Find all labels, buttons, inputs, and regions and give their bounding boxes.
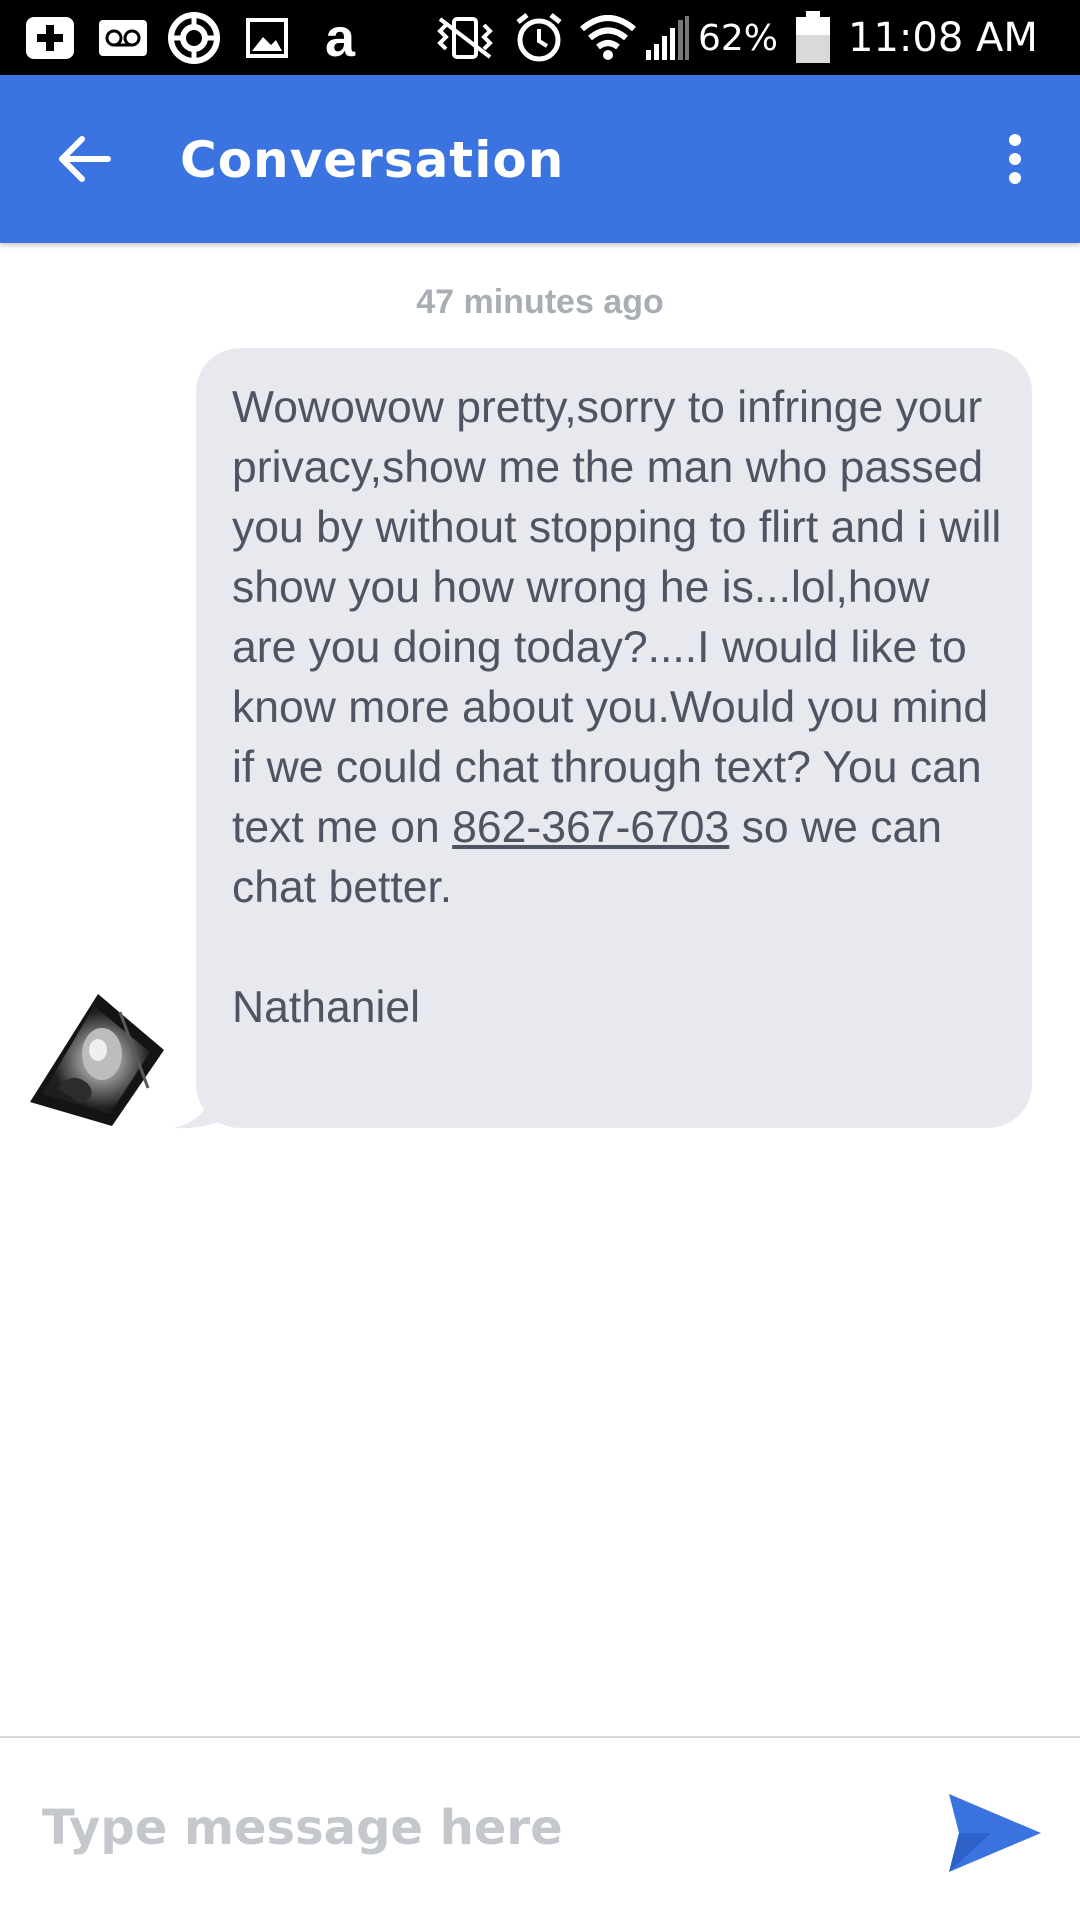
battery-icon bbox=[792, 10, 834, 66]
signal-icon bbox=[642, 10, 692, 66]
sync-icon bbox=[166, 10, 222, 66]
amazon-icon: a bbox=[324, 8, 356, 68]
image-icon bbox=[244, 10, 290, 66]
more-vert-icon bbox=[1009, 134, 1021, 184]
send-icon bbox=[949, 1794, 1041, 1872]
clock: 11:08 AM bbox=[848, 15, 1038, 61]
message-text: Wowowow pretty,sorry to infringe your pr… bbox=[232, 378, 1002, 918]
status-bar: a 62% 11:08 AM bbox=[0, 0, 1080, 75]
contact-avatar[interactable] bbox=[28, 992, 166, 1128]
vibrate-mute-icon bbox=[430, 10, 500, 66]
arrow-back-icon bbox=[59, 136, 111, 182]
voicemail-icon bbox=[96, 10, 150, 66]
message-timestamp: 47 minutes ago bbox=[416, 283, 664, 321]
message-signature: Nathaniel bbox=[232, 983, 421, 1032]
message-bubble[interactable]: Wowowow pretty,sorry to infringe your pr… bbox=[196, 348, 1032, 1128]
page-title: Conversation bbox=[180, 131, 565, 189]
add-box-icon bbox=[22, 10, 78, 66]
alarm-icon bbox=[512, 10, 566, 66]
app-bar: Conversation bbox=[0, 75, 1080, 243]
battery-percent: 62% bbox=[698, 17, 779, 59]
message-body: Wowowow pretty,sorry to infringe your pr… bbox=[232, 383, 1014, 852]
overflow-menu-button[interactable] bbox=[980, 119, 1050, 199]
composer-bar bbox=[0, 1736, 1080, 1920]
wifi-icon bbox=[578, 10, 638, 66]
phone-number-link[interactable]: 862-367-6703 bbox=[452, 803, 729, 852]
message-input[interactable] bbox=[42, 1778, 902, 1878]
send-button[interactable] bbox=[945, 1788, 1045, 1878]
back-button[interactable] bbox=[44, 119, 124, 199]
